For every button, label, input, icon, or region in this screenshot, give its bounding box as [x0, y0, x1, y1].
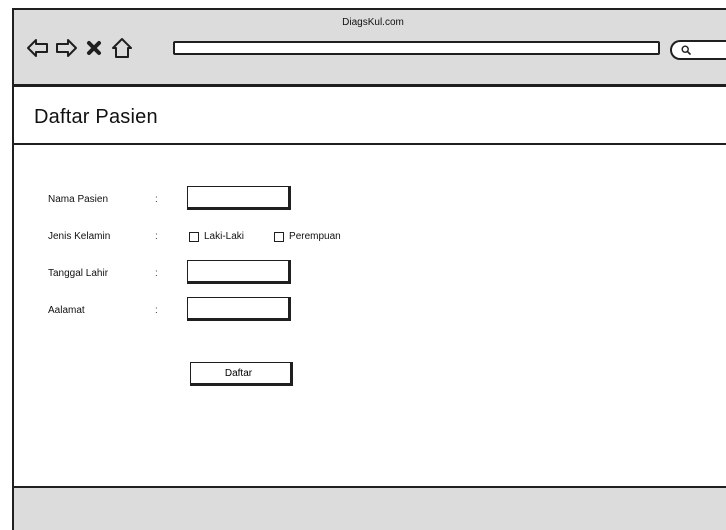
back-arrow-icon	[27, 39, 48, 57]
laki-laki-option[interactable]: Laki-Laki	[189, 231, 244, 242]
tanggal-lahir-input[interactable]	[187, 260, 291, 284]
jenis-kelamin-label: Jenis Kelamin	[48, 231, 111, 242]
close-icon	[87, 41, 101, 55]
navigation-controls	[26, 33, 134, 63]
browser-toolbar: DiagsKul.com	[14, 10, 726, 87]
nama-pasien-label: Nama Pasien	[48, 194, 109, 205]
gender-options: Laki-Laki Perempuan	[189, 231, 341, 242]
search-icon	[681, 45, 691, 55]
home-button[interactable]	[110, 36, 134, 60]
aalamat-label: Aalamat	[48, 305, 85, 316]
perempuan-label: Perempuan	[289, 231, 341, 242]
stop-button[interactable]	[82, 36, 106, 60]
aalamat-input[interactable]	[187, 297, 291, 321]
tanggal-lahir-label: Tanggal Lahir	[48, 268, 109, 279]
nama-pasien-input[interactable]	[187, 186, 291, 210]
daftar-button[interactable]: Daftar	[190, 362, 293, 386]
perempuan-checkbox[interactable]	[274, 231, 285, 242]
site-name: DiagsKul.com	[342, 17, 404, 28]
forward-button[interactable]	[54, 36, 78, 60]
browser-window: DiagsKul.com Daftar Pasien Nama Pasien:…	[12, 8, 726, 530]
page-header: Daftar Pasien	[14, 90, 726, 145]
perempuan-option[interactable]: Perempuan	[274, 231, 341, 242]
page-title: Daftar Pasien	[34, 106, 158, 128]
forward-arrow-icon	[56, 39, 77, 57]
browser-status-bar	[14, 486, 726, 530]
nama-pasien-colon: :	[155, 194, 158, 205]
back-button[interactable]	[26, 36, 50, 60]
url-bar[interactable]	[173, 41, 660, 55]
laki-laki-label: Laki-Laki	[204, 231, 245, 242]
aalamat-colon: :	[155, 305, 158, 316]
laki-laki-checkbox[interactable]	[189, 231, 199, 242]
browser-search-box[interactable]	[670, 40, 726, 60]
jenis-kelamin-colon: :	[155, 231, 158, 242]
home-icon	[112, 38, 132, 58]
tanggal-lahir-colon: :	[155, 268, 158, 279]
patient-registration-form: Nama Pasien : Jenis Kelamin : Laki-Laki …	[14, 147, 726, 487]
